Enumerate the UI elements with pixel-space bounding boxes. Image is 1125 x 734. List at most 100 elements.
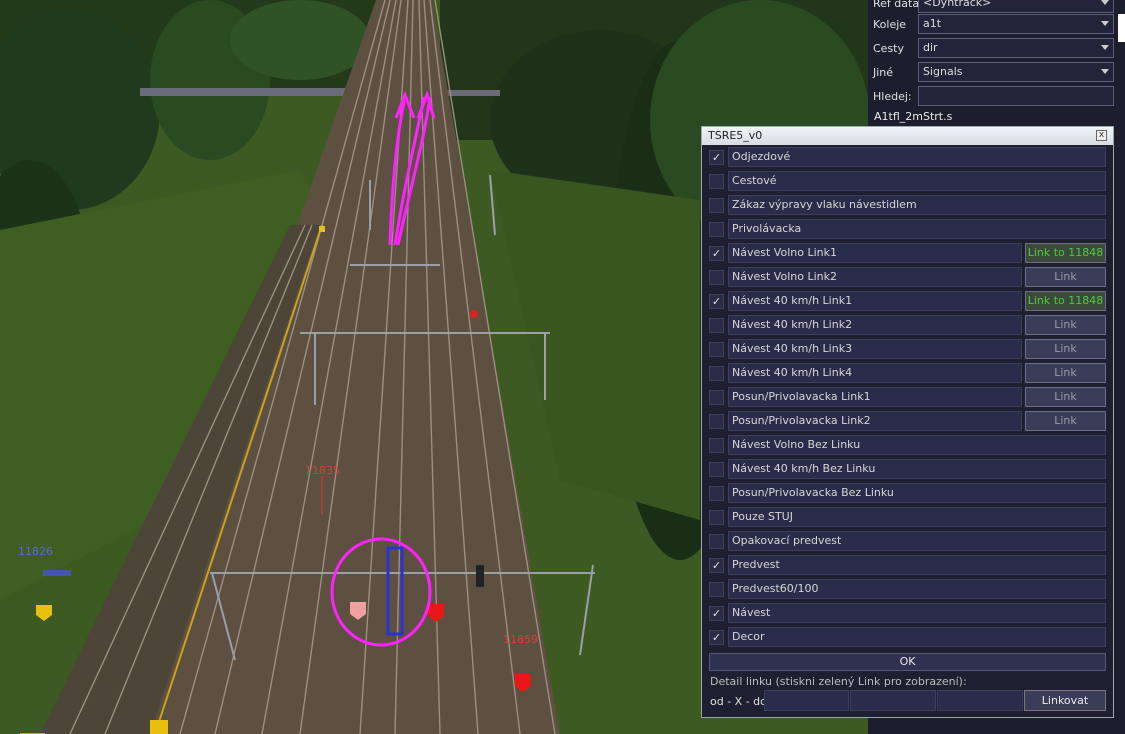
option-label: Zákaz výpravy vlaku návestidlem xyxy=(728,195,1106,215)
search-label: Hledej: xyxy=(873,90,912,103)
search-input[interactable] xyxy=(918,86,1114,106)
option-checkbox[interactable]: ✓ xyxy=(709,150,724,165)
option-row: Privolávacka xyxy=(709,219,1107,240)
option-checkbox[interactable] xyxy=(709,582,724,597)
link-button[interactable]: Link xyxy=(1025,339,1106,359)
prop-row-ref-data: Ref data <Dyntrack> xyxy=(868,0,1125,15)
option-label: Posun/Privolavacka Link1 xyxy=(728,387,1022,407)
jine-label: Jiné xyxy=(873,66,894,79)
scene-label-11835: 11835 xyxy=(305,464,340,477)
jine-value: Signals xyxy=(923,65,963,78)
option-row: ✓ Návest 40 km/h Link1 Link to 11848 xyxy=(709,291,1107,312)
ref-data-select[interactable]: <Dyntrack> xyxy=(918,0,1114,13)
link-button[interactable]: Link to 11848 xyxy=(1025,291,1106,311)
option-checkbox[interactable] xyxy=(709,390,724,405)
option-label: Návest 40 km/h Link1 xyxy=(728,291,1022,311)
link-button[interactable]: Link xyxy=(1025,411,1106,431)
file-name: A1tfl_2mStrt.s xyxy=(874,110,953,123)
option-label: Návest Volno Link1 xyxy=(728,243,1022,263)
od-x-do-label: od - X - do xyxy=(710,695,767,708)
option-row: Cestové xyxy=(709,171,1107,192)
option-label: Návest xyxy=(728,603,1106,623)
option-label: Návest Volno Link2 xyxy=(728,267,1022,287)
option-checkbox[interactable] xyxy=(709,198,724,213)
option-checkbox[interactable]: ✓ xyxy=(709,246,724,261)
option-row: Návest 40 km/h Link3 Link xyxy=(709,339,1107,360)
option-checkbox[interactable] xyxy=(709,222,724,237)
detail-x-field[interactable] xyxy=(850,690,936,711)
linkovat-button[interactable]: Linkovat xyxy=(1024,690,1106,711)
detail-from-field[interactable] xyxy=(764,690,849,711)
option-row: Zákaz výpravy vlaku návestidlem xyxy=(709,195,1107,216)
option-row: Návest 40 km/h Bez Linku xyxy=(709,459,1107,480)
koleje-value: a1t xyxy=(923,17,942,30)
option-row: ✓ Predvest xyxy=(709,555,1107,576)
option-checkbox[interactable]: ✓ xyxy=(709,606,724,621)
close-icon[interactable]: x xyxy=(1096,130,1107,141)
option-label: Predvest xyxy=(728,555,1106,575)
cesty-value: dir xyxy=(923,41,938,54)
option-label: Návest 40 km/h Link4 xyxy=(728,363,1022,383)
chevron-down-icon xyxy=(1101,0,1109,5)
option-label: Opakovací predvest xyxy=(728,531,1106,551)
option-row: ✓ Decor xyxy=(709,627,1107,648)
option-label: Decor xyxy=(728,627,1106,647)
option-checkbox[interactable] xyxy=(709,342,724,357)
cesty-label: Cesty xyxy=(873,42,905,55)
option-row: Predvest60/100 xyxy=(709,579,1107,600)
jine-select[interactable]: Signals xyxy=(918,62,1114,82)
link-button[interactable]: Link xyxy=(1025,267,1106,287)
option-label: Pouze STUJ xyxy=(728,507,1106,527)
cesty-select[interactable]: dir xyxy=(918,38,1114,58)
signal-flags-dialog: TSRE5_v0 x ✓ Odjezdové Cestové Zákaz výprav… xyxy=(701,126,1114,718)
option-checkbox[interactable]: ✓ xyxy=(709,294,724,309)
option-checkbox[interactable] xyxy=(709,174,724,189)
option-checkbox[interactable] xyxy=(709,270,724,285)
prop-row-cesty: Cesty dir xyxy=(868,38,1125,60)
link-button[interactable]: Link to 11848 xyxy=(1025,243,1106,263)
chevron-down-icon xyxy=(1101,21,1109,26)
option-checkbox[interactable] xyxy=(709,414,724,429)
ok-button[interactable]: OK xyxy=(709,653,1106,671)
prop-row-jine: Jiné Signals xyxy=(868,62,1125,84)
option-checkbox[interactable]: ✓ xyxy=(709,558,724,573)
link-button[interactable]: Link xyxy=(1025,387,1106,407)
option-row: ✓ Návest xyxy=(709,603,1107,624)
option-label: Návest 40 km/h Link3 xyxy=(728,339,1022,359)
detail-link-label: Detail linku (stiskni zelený Link pro zo… xyxy=(710,675,967,688)
prop-row-search: Hledej: xyxy=(868,86,1125,108)
dialog-title: TSRE5_v0 xyxy=(708,129,763,142)
option-checkbox[interactable] xyxy=(709,366,724,381)
option-checkbox[interactable] xyxy=(709,318,724,333)
prop-row-koleje: Koleje a1t xyxy=(868,14,1125,36)
option-checkbox[interactable] xyxy=(709,462,724,477)
chevron-down-icon xyxy=(1101,45,1109,50)
option-checkbox[interactable] xyxy=(709,534,724,549)
option-checkbox[interactable] xyxy=(709,510,724,525)
option-row: Návest Volno Link2 Link xyxy=(709,267,1107,288)
link-button[interactable]: Link xyxy=(1025,363,1106,383)
option-row: Návest 40 km/h Link4 Link xyxy=(709,363,1107,384)
detail-to-field[interactable] xyxy=(937,690,1023,711)
koleje-select[interactable]: a1t xyxy=(918,14,1114,34)
option-label: Posun/Privolavacka Link2 xyxy=(728,411,1022,431)
option-checkbox[interactable] xyxy=(709,438,724,453)
option-label: Návest Volno Bez Linku xyxy=(728,435,1106,455)
option-row: ✓ Návest Volno Link1 Link to 11848 xyxy=(709,243,1107,264)
dialog-titlebar[interactable]: TSRE5_v0 x xyxy=(702,127,1113,145)
option-checkbox[interactable]: ✓ xyxy=(709,630,724,645)
option-row: Pouze STUJ xyxy=(709,507,1107,528)
option-label: Návest 40 km/h Link2 xyxy=(728,315,1022,335)
option-row: Posun/Privolavacka Link2 Link xyxy=(709,411,1107,432)
koleje-label: Koleje xyxy=(873,18,907,31)
option-label: Predvest60/100 xyxy=(728,579,1106,599)
option-row: Posun/Privolavacka Bez Linku xyxy=(709,483,1107,504)
option-row: ✓ Odjezdové xyxy=(709,147,1107,168)
option-row: Návest Volno Bez Linku xyxy=(709,435,1107,456)
link-button[interactable]: Link xyxy=(1025,315,1106,335)
option-label: Posun/Privolavacka Bez Linku xyxy=(728,483,1106,503)
chevron-down-icon xyxy=(1101,69,1109,74)
option-checkbox[interactable] xyxy=(709,486,724,501)
option-row: Návest 40 km/h Link2 Link xyxy=(709,315,1107,336)
option-label: Odjezdové xyxy=(728,147,1106,167)
